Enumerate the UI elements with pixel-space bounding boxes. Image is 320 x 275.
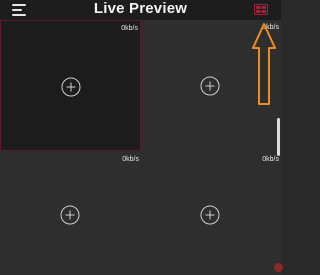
- video-cell-3[interactable]: 0kb/s: [0, 152, 141, 275]
- app-header: Live Preview: [0, 0, 281, 20]
- bitrate-label: 0kb/s: [262, 24, 279, 31]
- video-grid: 0kb/s 0kb/s 0kb/s 0kb/s: [0, 20, 281, 275]
- video-cell-4[interactable]: 0kb/s: [142, 152, 281, 275]
- add-circle-icon[interactable]: [200, 205, 220, 225]
- add-circle-icon[interactable]: [60, 205, 80, 225]
- scrollbar-thumb[interactable]: [277, 118, 280, 156]
- bitrate-label: 0kb/s: [122, 156, 139, 163]
- floating-action-dot[interactable]: [274, 263, 283, 272]
- video-cell-1[interactable]: 0kb/s: [0, 20, 141, 151]
- bitrate-label: 0kb/s: [262, 156, 279, 163]
- live-preview-screen: Live Preview 0kb/s 0kb/s 0kb/s 0kb/s: [0, 0, 283, 275]
- layout-icon[interactable]: [254, 4, 268, 15]
- video-cell-2[interactable]: 0kb/s: [142, 20, 281, 151]
- bitrate-label: 0kb/s: [121, 25, 138, 32]
- page-title: Live Preview: [93, 0, 188, 17]
- add-circle-icon[interactable]: [200, 76, 220, 96]
- add-circle-icon[interactable]: [61, 77, 81, 97]
